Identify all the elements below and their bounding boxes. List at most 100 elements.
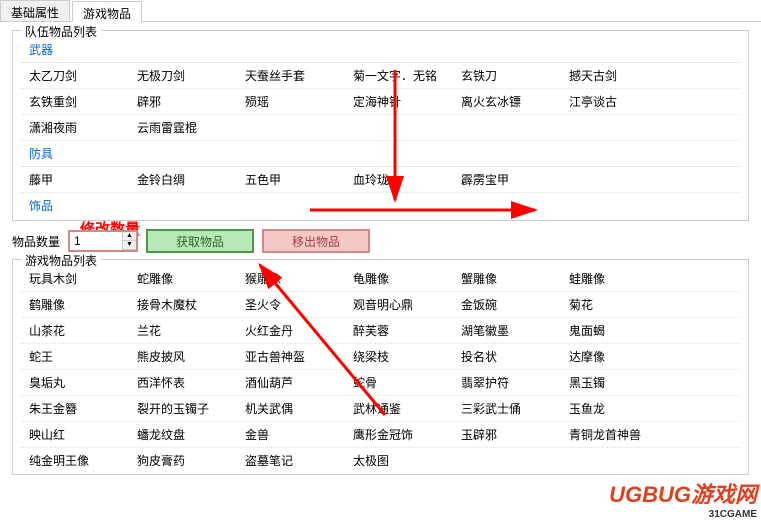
- item-cell[interactable]: 机关武偶: [237, 396, 345, 421]
- team-items-grid[interactable]: 武器 太乙刀剑无极刀剑天蚕丝手套菊一文字．无铭玄铁刀撼天古剑玄铁重剑辟邪殒瑶定海…: [21, 37, 740, 212]
- team-items-fieldset: 队伍物品列表 武器 太乙刀剑无极刀剑天蚕丝手套菊一文字．无铭玄铁刀撼天古剑玄铁重…: [12, 30, 749, 221]
- item-cell[interactable]: 青铜龙首神兽: [561, 422, 669, 447]
- item-cell[interactable]: 玄铁刀: [453, 63, 561, 88]
- item-cell[interactable]: 武林通鉴: [345, 396, 453, 421]
- item-cell[interactable]: 蛇雕像: [129, 266, 237, 291]
- remove-item-button[interactable]: 移出物品: [262, 229, 370, 253]
- item-cell[interactable]: 三彩武士俑: [453, 396, 561, 421]
- item-cell[interactable]: 菊一文字．无铭: [345, 63, 453, 88]
- item-cell[interactable]: 鬼面蝎: [561, 318, 669, 343]
- item-cell[interactable]: 亚古兽神盔: [237, 344, 345, 369]
- item-cell[interactable]: [345, 115, 453, 140]
- item-cell[interactable]: 金饭碗: [453, 292, 561, 317]
- item-cell[interactable]: 玄铁重剑: [21, 89, 129, 114]
- item-cell[interactable]: 熊皮披风: [129, 344, 237, 369]
- item-cell[interactable]: 湖笔徽墨: [453, 318, 561, 343]
- item-cell[interactable]: 玩具木剑: [21, 266, 129, 291]
- item-cell[interactable]: 辟邪: [129, 89, 237, 114]
- item-cell[interactable]: 蟹雕像: [453, 266, 561, 291]
- item-cell[interactable]: 金兽: [237, 422, 345, 447]
- qty-down[interactable]: ▼: [123, 241, 136, 250]
- item-cell[interactable]: 酒仙葫芦: [237, 370, 345, 395]
- item-cell[interactable]: 朱王金簪: [21, 396, 129, 421]
- item-cell[interactable]: 蛙雕像: [561, 266, 669, 291]
- item-cell[interactable]: 龟雕像: [345, 266, 453, 291]
- item-cell[interactable]: 火红金丹: [237, 318, 345, 343]
- item-cell[interactable]: 狗皮膏药: [129, 448, 237, 466]
- item-cell[interactable]: 接骨木魔杖: [129, 292, 237, 317]
- qty-spinner[interactable]: ▲ ▼: [68, 230, 138, 252]
- item-cell[interactable]: 纯金明王像: [21, 448, 129, 466]
- item-cell[interactable]: 裂开的玉镯子: [129, 396, 237, 421]
- section-accessories: 饰品: [21, 193, 740, 212]
- game-items-grid[interactable]: 玩具木剑蛇雕像猴雕像龟雕像蟹雕像蛙雕像鹤雕像接骨木魔杖圣火令观音明心鼎金饭碗菊花…: [21, 266, 740, 466]
- table-row: 朱王金簪裂开的玉镯子机关武偶武林通鉴三彩武士俑玉鱼龙: [21, 396, 740, 422]
- item-cell[interactable]: 山茶花: [21, 318, 129, 343]
- item-cell[interactable]: 黑玉镯: [561, 370, 669, 395]
- item-cell[interactable]: 云雨雷霆棍: [129, 115, 237, 140]
- item-cell[interactable]: [561, 448, 669, 466]
- tab-items[interactable]: 游戏物品: [72, 1, 142, 22]
- table-row: 玩具木剑蛇雕像猴雕像龟雕像蟹雕像蛙雕像: [21, 266, 740, 292]
- game-items-legend: 游戏物品列表: [21, 252, 101, 269]
- item-cell[interactable]: [237, 115, 345, 140]
- item-cell[interactable]: 盗墓笔记: [237, 448, 345, 466]
- item-cell[interactable]: 兰花: [129, 318, 237, 343]
- item-cell[interactable]: [561, 115, 669, 140]
- item-cell[interactable]: 霹雳宝甲: [453, 167, 561, 192]
- qty-input[interactable]: [70, 232, 122, 250]
- item-cell[interactable]: 映山红: [21, 422, 129, 447]
- table-row: 藤甲金铃白绸五色甲血玲珑霹雳宝甲: [21, 167, 740, 193]
- item-cell[interactable]: [561, 167, 669, 192]
- qty-label: 物品数量: [12, 233, 60, 250]
- item-cell[interactable]: 江亭谈古: [561, 89, 669, 114]
- table-row: 纯金明王像狗皮膏药盗墓笔记太极图: [21, 448, 740, 466]
- item-cell[interactable]: 离火玄冰镖: [453, 89, 561, 114]
- table-row: 山茶花兰花火红金丹醉芙蓉湖笔徽墨鬼面蝎: [21, 318, 740, 344]
- item-cell[interactable]: 天蚕丝手套: [237, 63, 345, 88]
- item-cell[interactable]: 藤甲: [21, 167, 129, 192]
- table-row: 臭垢丸西洋怀表酒仙葫芦蛇骨翡翠护符黑玉镯: [21, 370, 740, 396]
- item-cell[interactable]: 醉芙蓉: [345, 318, 453, 343]
- team-items-legend: 队伍物品列表: [21, 23, 101, 40]
- item-cell[interactable]: 投名状: [453, 344, 561, 369]
- item-cell[interactable]: [453, 115, 561, 140]
- table-row: 太乙刀剑无极刀剑天蚕丝手套菊一文字．无铭玄铁刀撼天古剑: [21, 63, 740, 89]
- item-cell[interactable]: 圣火令: [237, 292, 345, 317]
- item-cell[interactable]: 蛇王: [21, 344, 129, 369]
- item-cell[interactable]: 绕梁枝: [345, 344, 453, 369]
- section-weapons: 武器: [21, 37, 740, 63]
- table-row: 潇湘夜雨云雨雷霆棍: [21, 115, 740, 141]
- get-item-button[interactable]: 获取物品: [146, 229, 254, 253]
- table-row: 鹤雕像接骨木魔杖圣火令观音明心鼎金饭碗菊花: [21, 292, 740, 318]
- item-cell[interactable]: 鹰形金冠饰: [345, 422, 453, 447]
- item-cell[interactable]: 血玲珑: [345, 167, 453, 192]
- item-cell[interactable]: 太乙刀剑: [21, 63, 129, 88]
- item-cell[interactable]: 蛇骨: [345, 370, 453, 395]
- section-armor: 防具: [21, 141, 740, 167]
- item-cell[interactable]: 臭垢丸: [21, 370, 129, 395]
- item-cell[interactable]: 五色甲: [237, 167, 345, 192]
- game-items-fieldset: 游戏物品列表 玩具木剑蛇雕像猴雕像龟雕像蟹雕像蛙雕像鹤雕像接骨木魔杖圣火令观音明…: [12, 259, 749, 475]
- item-cell[interactable]: 撼天古剑: [561, 63, 669, 88]
- item-cell[interactable]: 太极图: [345, 448, 453, 466]
- item-cell[interactable]: 蟠龙纹盘: [129, 422, 237, 447]
- item-cell[interactable]: 潇湘夜雨: [21, 115, 129, 140]
- item-cell[interactable]: 定海神针: [345, 89, 453, 114]
- table-row: 映山红蟠龙纹盘金兽鹰形金冠饰玉辟邪青铜龙首神兽: [21, 422, 740, 448]
- item-cell[interactable]: 观音明心鼎: [345, 292, 453, 317]
- item-cell[interactable]: 鹤雕像: [21, 292, 129, 317]
- qty-up[interactable]: ▲: [123, 232, 136, 241]
- item-cell[interactable]: 玉辟邪: [453, 422, 561, 447]
- item-cell[interactable]: 翡翠护符: [453, 370, 561, 395]
- item-cell[interactable]: 玉鱼龙: [561, 396, 669, 421]
- item-cell[interactable]: 达摩像: [561, 344, 669, 369]
- item-cell[interactable]: 殒瑶: [237, 89, 345, 114]
- item-cell[interactable]: 菊花: [561, 292, 669, 317]
- item-cell[interactable]: 猴雕像: [237, 266, 345, 291]
- tab-basic[interactable]: 基础属性: [0, 0, 70, 21]
- item-cell[interactable]: 西洋怀表: [129, 370, 237, 395]
- item-cell[interactable]: 无极刀剑: [129, 63, 237, 88]
- item-cell[interactable]: [453, 448, 561, 466]
- item-cell[interactable]: 金铃白绸: [129, 167, 237, 192]
